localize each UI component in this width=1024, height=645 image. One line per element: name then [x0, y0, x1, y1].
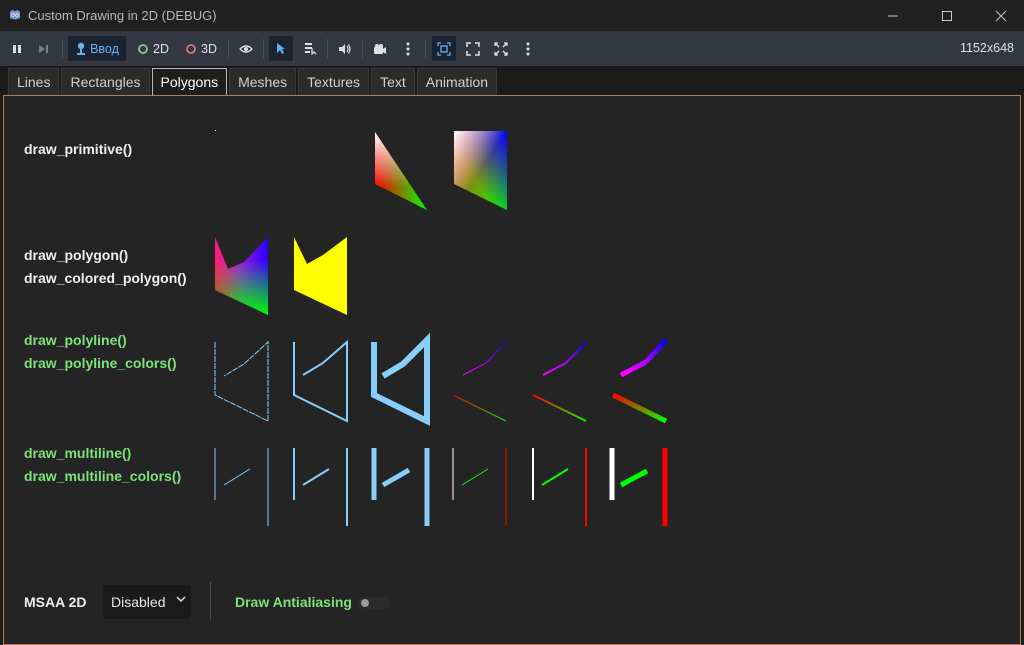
multiline-thick [371, 448, 430, 526]
primitive-point [215, 130, 216, 131]
multiline-colors-thin [452, 448, 507, 526]
circle-3d-icon [186, 43, 196, 54]
label-draw-polyline: draw_polyline() [24, 332, 127, 348]
audio-button[interactable] [333, 36, 357, 61]
toggle-knob [361, 599, 369, 607]
tab-lines[interactable]: Lines [8, 68, 60, 95]
tab-text[interactable]: Text [371, 68, 415, 95]
polygon-gradient [215, 237, 268, 315]
polyline-aliased-thin [214, 340, 269, 422]
embed-menu-button[interactable] [517, 36, 539, 61]
stretch-window-button[interactable] [489, 36, 513, 61]
mode-3d-button[interactable]: 3D [180, 36, 222, 61]
list-select-button[interactable] [298, 36, 322, 61]
label-draw-polyline-colors: draw_polyline_colors() [24, 355, 177, 371]
game-viewport: Lines Rectangles Polygons Meshes Texture… [0, 66, 1024, 645]
fit-window-button[interactable] [461, 36, 485, 61]
polyline-colors-thin [452, 341, 507, 422]
polygon-yellow [294, 237, 347, 315]
primitive-triangle [375, 132, 427, 210]
label-draw-multiline: draw_multiline() [24, 445, 132, 461]
multiline-thin [214, 448, 269, 526]
camera-override-button[interactable] [368, 36, 392, 61]
tab-polygons[interactable]: Polygons [151, 68, 228, 95]
mode-3d-label: 3D [201, 41, 217, 56]
more-vertical-icon [526, 42, 530, 55]
pause-icon [13, 44, 21, 53]
tab-textures[interactable]: Textures [298, 68, 370, 95]
controls-divider [210, 582, 211, 620]
mode-2d-button[interactable]: 2D [132, 36, 174, 61]
window-titlebar: Custom Drawing in 2D (DEBUG) [0, 0, 1024, 31]
cursor-icon [277, 43, 285, 54]
chevron-down-icon [176, 596, 186, 603]
tab-meshes[interactable]: Meshes [229, 68, 297, 95]
multiline-medium [293, 448, 348, 526]
pause-button[interactable] [6, 36, 28, 61]
resolution-readout: 1152x648 [960, 41, 1014, 55]
joystick-icon [77, 42, 86, 55]
tab-animation[interactable]: Animation [416, 68, 498, 95]
polyline-colors-thick [610, 338, 669, 424]
mode-2d-label: 2D [153, 41, 169, 56]
window-title: Custom Drawing in 2D (DEBUG) [28, 8, 217, 23]
close-button[interactable] [978, 0, 1024, 31]
label-draw-polygon: draw_polygon() [24, 247, 129, 263]
multiline-colors-thick [609, 448, 668, 526]
close-icon [995, 10, 1007, 21]
antialias-toggle[interactable] [358, 597, 390, 609]
next-frame-button[interactable] [33, 36, 55, 61]
minimize-icon [888, 15, 898, 16]
polyline-medium [293, 339, 348, 423]
list-select-icon [304, 43, 316, 55]
input-mode-button[interactable]: Ввод [68, 36, 126, 61]
arrows-out-icon [494, 41, 508, 56]
visibility-button[interactable] [234, 36, 258, 61]
polygons-panel: draw_primitive() draw_polygon() draw_col… [3, 95, 1021, 645]
circle-2d-icon [138, 43, 148, 54]
minimize-button[interactable] [870, 0, 916, 31]
maximize-icon [942, 10, 952, 21]
game-toolbar: Ввод 2D 3D 1152x648 [0, 31, 1024, 66]
polyline-thick [371, 332, 430, 426]
speaker-icon [339, 43, 351, 54]
godot-icon [10, 10, 20, 20]
primitive-quad [454, 131, 507, 210]
eye-icon [239, 44, 253, 53]
expand-icon [466, 41, 480, 56]
embed-mode-button[interactable] [432, 36, 456, 61]
input-mode-label: Ввод [90, 41, 119, 56]
antialias-label: Draw Antialiasing [235, 594, 352, 610]
msaa-label: MSAA 2D [24, 594, 87, 610]
next-frame-icon [39, 44, 48, 53]
more-vertical-icon [406, 42, 410, 55]
polyline-colors-medium [532, 341, 587, 422]
label-draw-multiline-colors: draw_multiline_colors() [24, 468, 182, 484]
camera-menu-button[interactable] [397, 36, 419, 61]
msaa-dropdown-value: Disabled [111, 594, 166, 610]
msaa-dropdown[interactable]: Disabled [103, 585, 191, 619]
tab-bar: Lines Rectangles Polygons Meshes Texture… [8, 68, 499, 95]
multiline-colors-medium [532, 448, 587, 526]
embed-window-icon [437, 41, 451, 56]
tab-rectangles[interactable]: Rectangles [61, 68, 150, 95]
camera-icon [374, 43, 386, 54]
maximize-button[interactable] [924, 0, 970, 31]
label-draw-primitive: draw_primitive() [24, 141, 133, 157]
label-draw-colored-polygon: draw_colored_polygon() [24, 270, 187, 286]
select-tool-button[interactable] [269, 36, 293, 61]
